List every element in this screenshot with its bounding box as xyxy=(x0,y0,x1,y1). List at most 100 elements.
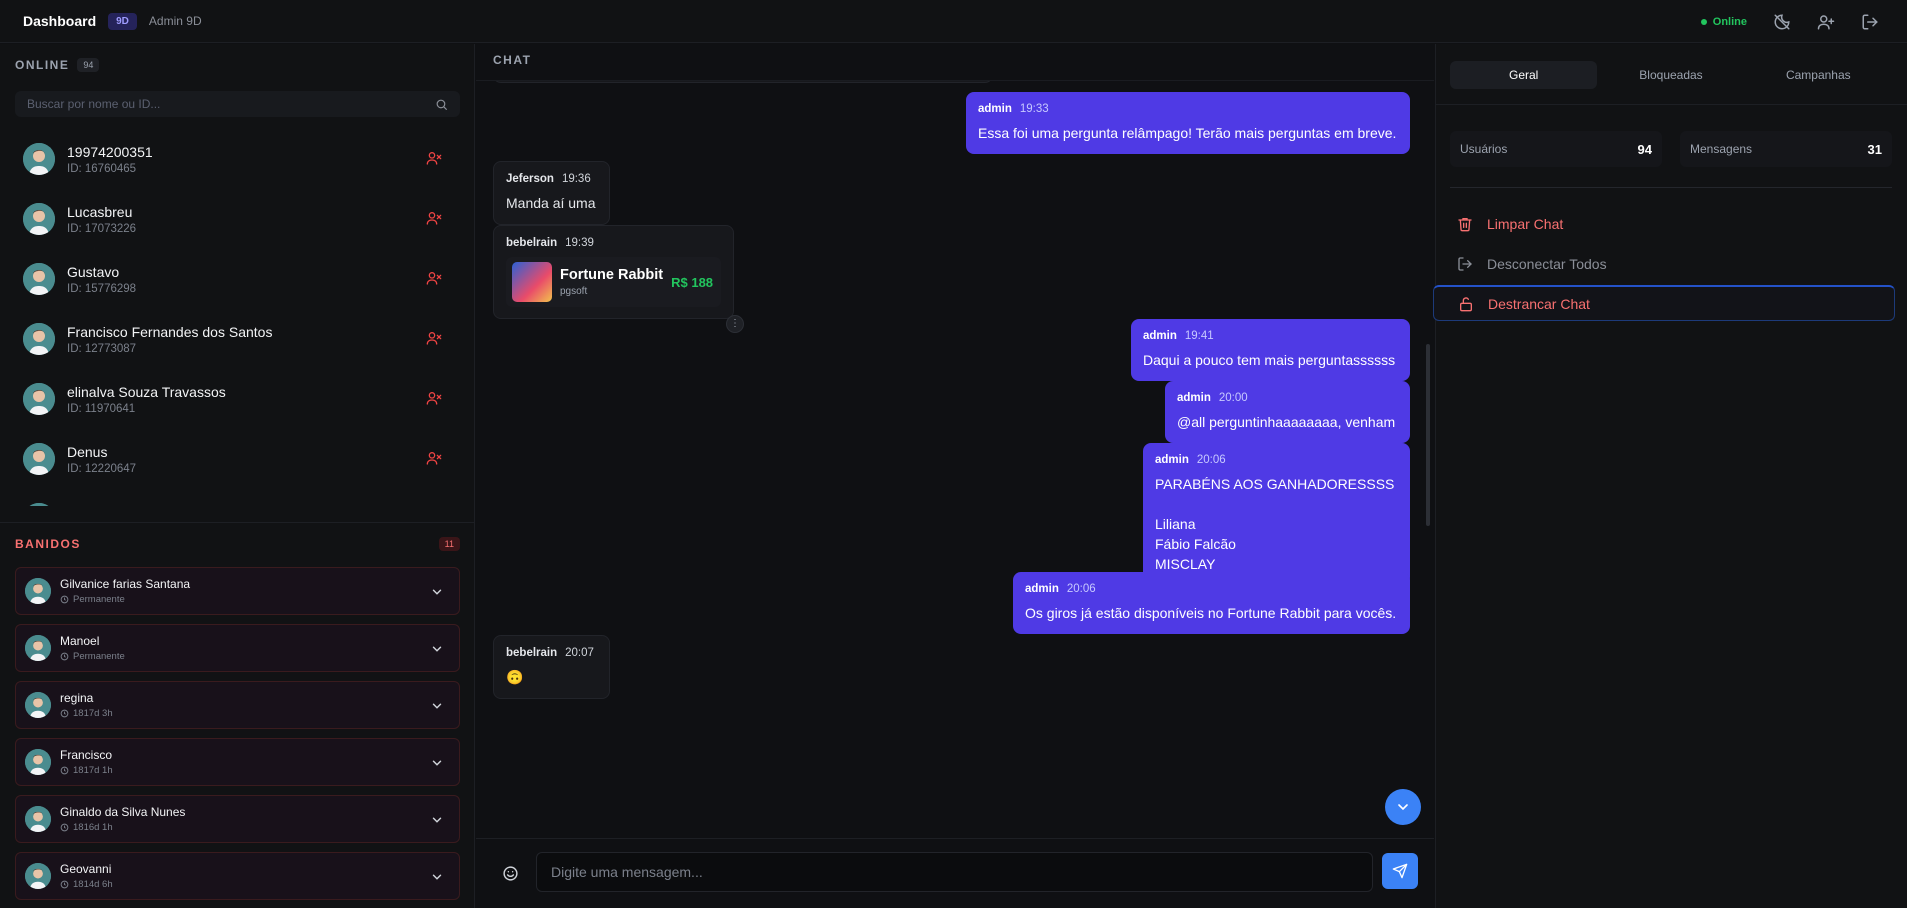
ban-duration: Permanente xyxy=(60,651,125,662)
user-id: ID: 11970641 xyxy=(67,402,136,415)
user-id: ID: 17073226 xyxy=(67,222,137,235)
message-text: Os giros já estão disponíveis no Fortune… xyxy=(1025,605,1397,621)
online-user-row[interactable]: Gustavo ID: 15776298 xyxy=(0,249,475,309)
logout-icon[interactable] xyxy=(1861,13,1879,31)
send-button[interactable] xyxy=(1382,853,1418,889)
user-info: 19974200351 ID: 16760465 xyxy=(67,144,153,175)
ban-duration: 1814d 6h xyxy=(60,879,113,890)
ban-duration: 1816d 1h xyxy=(60,822,185,833)
online-status: Online xyxy=(1700,15,1747,28)
scroll-to-bottom-button[interactable] xyxy=(1385,789,1421,825)
user-id: ID: 12220647 xyxy=(67,462,137,475)
search-icon[interactable] xyxy=(435,98,448,111)
ban-duration-label: 1817d 3h xyxy=(73,708,113,719)
online-user-row[interactable]: Francisco Fernandes dos Santos ID: 127730… xyxy=(0,309,475,369)
clock-icon xyxy=(60,880,69,889)
online-user-row[interactable]: 19974200351 ID: 16760465 xyxy=(0,129,475,189)
game-title: Fortune Rabbit xyxy=(560,267,664,283)
status-dot xyxy=(1700,18,1707,25)
chevron-down-icon[interactable] xyxy=(430,870,444,884)
message-author: admin xyxy=(1143,330,1177,342)
message-time: 19:41 xyxy=(1184,330,1214,342)
disconnect-all-button[interactable]: Desconectar Todos xyxy=(1450,246,1892,282)
user-ban-icon[interactable] xyxy=(426,270,442,286)
chevron-down-icon[interactable] xyxy=(430,813,444,827)
user-ban-icon[interactable] xyxy=(426,330,442,346)
online-title: ONLINE xyxy=(15,58,70,72)
message-input[interactable] xyxy=(536,852,1373,892)
ban-duration: 1817d 3h xyxy=(60,708,113,719)
logout-icon xyxy=(1458,257,1472,271)
message-bubble: admin 20:06 PARABÉNS AOS GANHADORESSSS Lil… xyxy=(1143,443,1410,585)
chat-panel: CHAT admin 19:33 Essa foi uma pergunta rel… xyxy=(476,44,1434,908)
user-name: elinalva Souza Travassos xyxy=(67,383,226,400)
avatar xyxy=(23,503,55,506)
user-info: Francisco Fernandes dos Santos ID: 127730… xyxy=(67,324,272,355)
user-info: Denus ID: 12220647 xyxy=(67,444,136,475)
online-user-row[interactable]: Denus ID: 12220647 xyxy=(0,429,475,489)
message-header: Jeferson 19:36 xyxy=(506,173,597,185)
message-time: 19:33 xyxy=(1019,103,1049,115)
banned-user-item[interactable]: Manoel Permanente xyxy=(15,624,460,672)
banned-user-name: Manoel xyxy=(60,634,100,648)
banned-user-item[interactable]: Francisco 1817d 1h xyxy=(15,738,460,786)
message-bubble: bebelrain 19:39 Fortune Rabbit pgsoft R$ 188 xyxy=(493,225,734,319)
message-time: 20:06 xyxy=(1196,454,1226,466)
banned-user-item[interactable]: Geovanni 1814d 6h xyxy=(15,852,460,900)
avatar xyxy=(23,143,55,175)
user-id: ID: 16760465 xyxy=(67,162,137,175)
avatar xyxy=(25,692,51,718)
user-plus-icon[interactable] xyxy=(1817,13,1835,31)
unlock-chat-button[interactable]: Destrancar Chat xyxy=(1433,285,1895,321)
chevron-down-icon[interactable] xyxy=(430,585,444,599)
avatar xyxy=(23,203,55,235)
ban-info: Francisco 1817d 1h xyxy=(60,748,113,776)
message-options-icon[interactable]: ⋮ xyxy=(726,315,744,333)
chevron-down-icon[interactable] xyxy=(430,699,444,713)
chevron-down-icon xyxy=(1398,804,1408,811)
user-ban-icon[interactable] xyxy=(426,150,442,166)
message-author: admin xyxy=(1155,454,1189,466)
online-user-row[interactable]: Lucasbreu ID: 17073226 xyxy=(0,189,475,249)
user-ban-icon[interactable] xyxy=(426,390,442,406)
users-sidebar: ONLINE 94 19974200351 ID: 16760465 Lucasbr… xyxy=(0,44,475,908)
ban-duration-label: Permanente xyxy=(73,651,125,662)
clock-icon xyxy=(60,595,69,604)
search-input[interactable] xyxy=(27,97,435,111)
clear-chat-button[interactable]: Limpar Chat xyxy=(1450,206,1892,242)
banned-user-item[interactable]: Ginaldo da Silva Nunes 1816d 1h xyxy=(15,795,460,843)
user-ban-icon[interactable] xyxy=(426,450,442,466)
message-composer xyxy=(476,838,1434,908)
app-title: Dashboard xyxy=(23,13,97,29)
moon-off-icon[interactable] xyxy=(1773,13,1791,31)
message-author: bebelrain xyxy=(506,237,558,249)
tab-geral[interactable]: Geral xyxy=(1450,61,1598,89)
banned-title: BANIDOS xyxy=(15,537,81,551)
online-user-row[interactable]: Luz xyxy=(0,489,475,506)
tab-bloqueadas[interactable]: Bloqueadas xyxy=(1597,61,1744,89)
message-bubble: admin 19:41 Daqui a pouco tem mais pergunt… xyxy=(1131,319,1410,381)
message-header: admin 20:00 xyxy=(1177,392,1398,404)
divider xyxy=(1436,104,1907,105)
banned-user-item[interactable]: Gilvanice farias Santana Permanente xyxy=(15,567,460,615)
game-card[interactable]: Fortune Rabbit pgsoft R$ 188 xyxy=(506,257,721,307)
online-header: ONLINE 94 xyxy=(15,58,100,72)
message-header: admin 20:06 xyxy=(1025,583,1398,595)
avatar xyxy=(25,806,51,832)
tab-campanhas[interactable]: Campanhas xyxy=(1745,61,1892,89)
online-user-row[interactable]: elinalva Souza Travassos ID: 11970641 xyxy=(0,369,475,429)
stat-messages: Mensagens 31 xyxy=(1680,131,1892,167)
banned-user-item[interactable]: regina 1817d 3h xyxy=(15,681,460,729)
user-search xyxy=(15,91,460,117)
message-author: bebelrain xyxy=(506,647,558,659)
user-ban-icon[interactable] xyxy=(426,210,442,226)
status-label: Online xyxy=(1712,15,1747,28)
chevron-down-icon[interactable] xyxy=(430,642,444,656)
ban-duration-label: 1814d 6h xyxy=(73,879,113,890)
chat-title: CHAT xyxy=(493,53,532,67)
message-bubble: Jeferson 19:36 Manda aí uma xyxy=(493,161,610,225)
chevron-down-icon[interactable] xyxy=(430,756,444,770)
banned-header: BANIDOS 11 xyxy=(15,537,460,551)
chat-scrollbar[interactable] xyxy=(1426,344,1430,526)
emoji-icon[interactable] xyxy=(502,865,519,882)
